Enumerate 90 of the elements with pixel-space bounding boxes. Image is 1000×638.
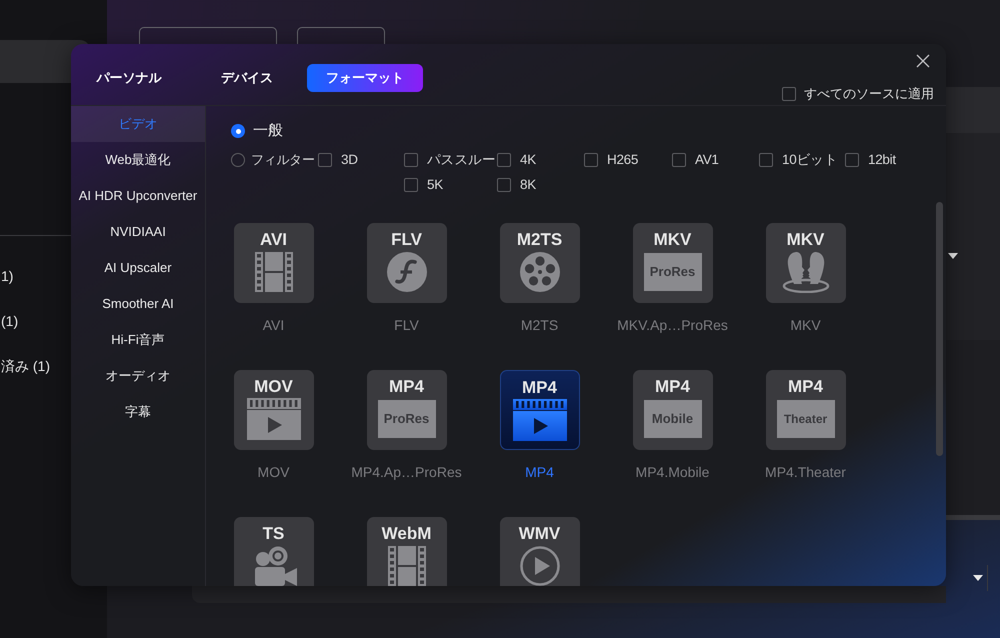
checkbox-label: H265	[607, 152, 638, 168]
tab[interactable]: フォーマット	[307, 64, 423, 92]
format-tile[interactable]: M2TS	[500, 223, 580, 303]
format-label[interactable]: MOV	[258, 464, 290, 480]
sidebar-item[interactable]: AI Upscaler	[71, 250, 205, 286]
film-strip-icon	[388, 546, 426, 586]
format-tile[interactable]: MP4 Mobile	[632, 370, 712, 450]
close-icon[interactable]	[916, 54, 930, 68]
format-title: AVI	[260, 231, 288, 249]
video-frame-play-icon	[246, 398, 300, 440]
format-tag: Mobile	[644, 400, 702, 438]
checkbox[interactable]	[497, 153, 511, 167]
format-tag: ProRes	[378, 400, 436, 438]
checkbox-label: 3D	[341, 152, 358, 168]
checkbox[interactable]	[782, 87, 796, 101]
checkbox-label: 4K	[520, 152, 536, 168]
checkbox-label: すべてのソースに適用	[804, 86, 934, 102]
checkbox[interactable]	[845, 153, 859, 167]
video-frame-play-icon	[512, 399, 566, 441]
format-tile[interactable]: AVI	[234, 223, 314, 303]
checkbox[interactable]	[497, 178, 511, 192]
sidebar-item[interactable]: オーディオ	[71, 358, 205, 394]
tab[interactable]: パーソナル	[71, 64, 187, 92]
sidebar-item[interactable]: Hi-Fi音声	[71, 322, 205, 358]
checkbox-label: 12bit	[868, 152, 896, 168]
radio-button[interactable]	[231, 124, 245, 138]
caret-icon[interactable]	[948, 253, 958, 259]
format-tile[interactable]: MP4 Theater	[766, 370, 846, 450]
film-strip-icon	[254, 252, 292, 292]
radio-button[interactable]	[231, 153, 245, 167]
format-tile[interactable]: FLV	[366, 223, 446, 303]
checkbox-label: 5K	[427, 177, 443, 193]
format-label[interactable]: MKV.Ap…ProRes	[617, 317, 728, 333]
checkbox[interactable]	[404, 153, 418, 167]
format-tile[interactable]: MOV	[234, 370, 314, 450]
format-title: MOV	[254, 378, 293, 396]
format-label[interactable]: AVI	[262, 317, 284, 333]
format-label[interactable]: FLV	[394, 317, 419, 333]
format-label[interactable]: MP4.Theater	[765, 464, 846, 480]
format-title: MKV	[786, 231, 824, 249]
checkbox[interactable]	[584, 153, 598, 167]
radio-label: フィルター	[251, 151, 315, 170]
format-title: M2TS	[516, 231, 562, 249]
format-label[interactable]: MKV	[790, 317, 821, 333]
sidebar-item[interactable]: Smoother AI	[71, 286, 205, 322]
radio-label: 一般	[253, 120, 283, 141]
list-item-text: 1)	[1, 267, 14, 286]
checkbox-label: 8K	[520, 177, 536, 193]
format-title: TS	[262, 525, 284, 543]
format-title: FLV	[391, 231, 422, 249]
letter-f-circle-icon	[386, 252, 426, 292]
sidebar-item[interactable]: NVIDIAAI	[71, 214, 205, 250]
format-tile[interactable]: MKV ProRes	[632, 223, 712, 303]
list-item-text: (1)	[1, 312, 20, 331]
format-label[interactable]: MP4	[525, 464, 554, 480]
sidebar-item[interactable]: Web最適化	[71, 142, 205, 178]
checkbox-label: パススルー	[427, 152, 496, 168]
format-title: WebM	[382, 525, 432, 543]
format-title: MP4	[655, 378, 690, 396]
checkbox-label: 10ビット	[782, 152, 838, 168]
checkbox-label: AV1	[695, 152, 719, 168]
list-item-text: 済み (1)	[1, 357, 51, 376]
scrollbar[interactable]	[936, 202, 943, 456]
checkbox[interactable]	[672, 153, 686, 167]
format-label[interactable]: M2TS	[520, 317, 558, 333]
format-tag: ProRes	[644, 253, 702, 291]
format-tile[interactable]: TS	[234, 517, 314, 586]
format-tile[interactable]: MKV	[766, 223, 846, 303]
caret-icon[interactable]	[973, 575, 983, 581]
play-circle-icon	[520, 546, 560, 586]
format-tile[interactable]: MP4 ProRes	[366, 370, 446, 450]
sidebar-item[interactable]: AI HDR Upconverter	[71, 178, 205, 214]
sidebar-item[interactable]: 字幕	[71, 394, 205, 430]
checkbox[interactable]	[404, 178, 418, 192]
format-title: MKV	[654, 231, 692, 249]
format-tile[interactable]: WMV	[500, 517, 580, 586]
format-title: MP4	[788, 378, 823, 396]
head-silhouettes-ring-icon	[782, 251, 830, 293]
format-title: MP4	[522, 379, 557, 397]
format-title: WMV	[518, 525, 560, 543]
checkbox[interactable]	[759, 153, 773, 167]
format-tile[interactable]: WebM	[366, 517, 446, 586]
format-label[interactable]: MP4.Ap…ProRes	[351, 464, 462, 480]
format-label[interactable]: MP4.Mobile	[636, 464, 710, 480]
format-title: MP4	[389, 378, 424, 396]
film-reel-icon	[520, 252, 560, 292]
tab[interactable]: デバイス	[189, 64, 305, 92]
format-tile[interactable]: MP4	[500, 370, 580, 450]
checkbox[interactable]	[318, 153, 332, 167]
format-tag: Theater	[776, 400, 834, 438]
